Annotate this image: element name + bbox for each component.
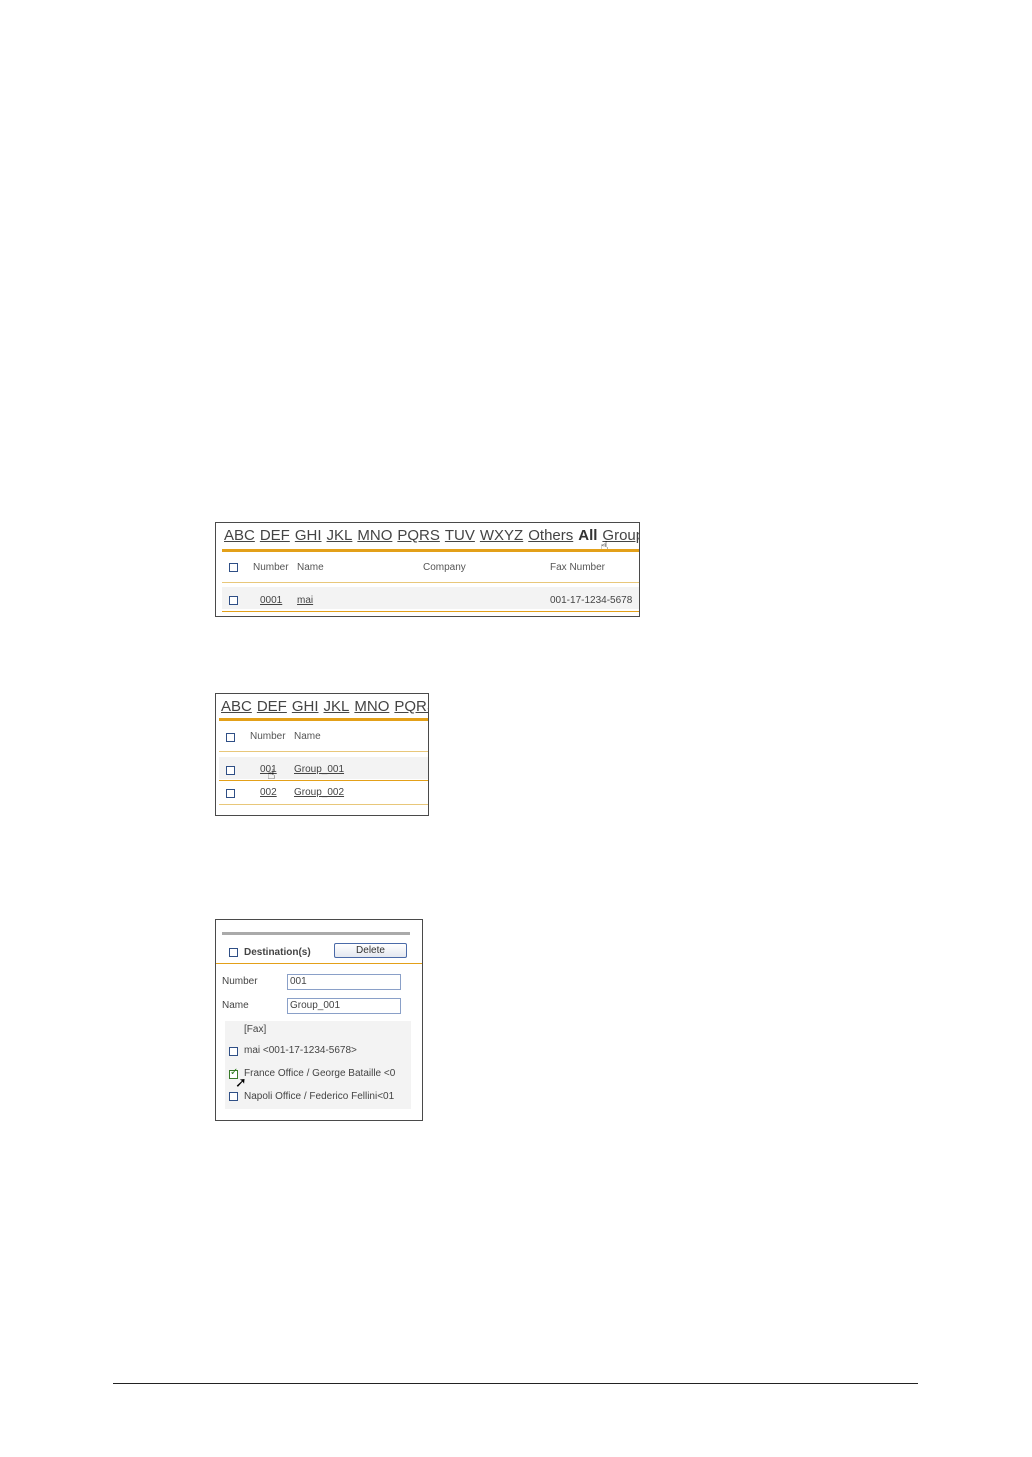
orange-divider — [216, 963, 422, 964]
header-name: Name — [294, 731, 321, 742]
tab-mno[interactable]: MNO — [354, 698, 389, 715]
section-divider — [222, 932, 410, 935]
tab-mno[interactable]: MNO — [357, 527, 392, 544]
alphabet-index-bar: ABC DEF GHI JKLMNO PQRS — [221, 698, 428, 715]
orange-divider — [219, 718, 428, 721]
tab-pqrs[interactable]: PQRS — [397, 527, 440, 544]
group-edit-screenshot: Destination(s) Delete Number 001 Name Gr… — [215, 919, 423, 1121]
group-list-screenshot: ABCDEFGHIJKLMNOPQRS Number Name 001 Grou… — [215, 693, 429, 816]
fax-heading: [Fax] — [244, 1024, 267, 1035]
tab-def[interactable]: DEF — [257, 698, 287, 715]
name-field[interactable]: Group_001 — [287, 998, 401, 1014]
tab-jkl[interactable]: JKL — [327, 527, 353, 544]
row-checkbox[interactable] — [226, 789, 235, 798]
address-book-screenshot: ABC DEF GHI JKL MNO PQRS TUV WXYZ Others All Group… — [215, 522, 640, 617]
arrow-cursor-icon: ➚ — [235, 1075, 247, 1091]
tab-abc[interactable]: ABC — [221, 698, 252, 715]
fax-entry-label: France Office / George Bataille <0 — [244, 1068, 396, 1079]
destinations-label: Destination(s) — [244, 947, 311, 958]
row-divider — [219, 780, 428, 781]
row-number-link[interactable]: 002 — [260, 787, 277, 798]
row-fax-number: 001-17-1234-5678 — [550, 595, 633, 606]
row-checkbox[interactable] — [226, 766, 235, 775]
number-label: Number — [222, 976, 258, 987]
tab-ghi[interactable]: GHI — [295, 527, 322, 544]
tab-others[interactable]: Others — [528, 527, 573, 544]
destinations-checkbox[interactable] — [229, 948, 238, 957]
delete-button[interactable]: Delete — [334, 943, 407, 958]
row-checkbox[interactable] — [229, 596, 238, 605]
select-all-checkbox[interactable] — [229, 563, 238, 572]
bottom-divider — [222, 611, 639, 612]
select-all-checkbox[interactable] — [226, 733, 235, 742]
fax-entry-checkbox[interactable] — [229, 1047, 238, 1056]
fax-entry-checkbox[interactable] — [229, 1092, 238, 1101]
number-field[interactable]: 001 — [287, 974, 401, 990]
orange-divider — [222, 549, 639, 552]
name-label: Name — [222, 1000, 249, 1011]
tab-tuv[interactable]: TUV — [445, 527, 475, 544]
tab-ghi[interactable]: GHI — [292, 698, 319, 715]
fax-entry-label: mai <001-17-1234-5678> — [244, 1045, 357, 1056]
fax-entry-label: Napoli Office / Federico Fellini<01 — [244, 1091, 395, 1102]
tab-jkl[interactable]: JKL — [324, 698, 350, 715]
header-number: Number — [253, 562, 289, 573]
tab-all[interactable]: All — [578, 527, 597, 544]
footer-rule — [113, 1383, 918, 1384]
row-number-link[interactable]: 0001 — [260, 595, 282, 606]
header-company: Company — [423, 562, 466, 573]
row-name-link[interactable]: Group_001 — [294, 764, 344, 775]
header-divider — [222, 582, 639, 583]
tab-pqrs[interactable]: PQRS — [394, 698, 428, 715]
tab-wxyz[interactable]: WXYZ — [480, 527, 523, 544]
header-fax-number: Fax Number — [550, 562, 606, 573]
header-divider — [219, 751, 428, 752]
row-name-link[interactable]: mai — [297, 595, 313, 606]
header-number: Number — [250, 731, 286, 742]
alphabet-index-bar: ABC DEF GHI JKL MNO PQRS TUV WXYZ Others All Group — [224, 527, 639, 544]
tab-def[interactable]: DEF — [260, 527, 290, 544]
tab-abc[interactable]: ABC — [224, 527, 255, 544]
header-name: Name — [297, 562, 324, 573]
row-divider — [219, 804, 428, 805]
row-name-link[interactable]: Group_002 — [294, 787, 344, 798]
